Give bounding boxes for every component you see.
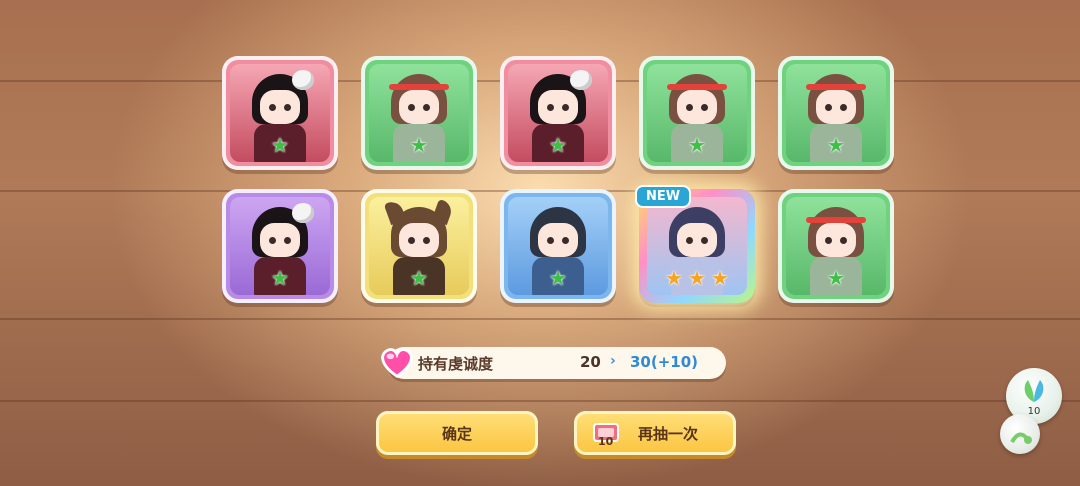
character-eye bbox=[686, 237, 693, 244]
character-eye bbox=[269, 237, 276, 244]
character-card[interactable]: ★ bbox=[500, 56, 616, 170]
devotion-arrow: › bbox=[610, 353, 616, 369]
star-rating: ★ bbox=[230, 134, 330, 156]
character-face bbox=[399, 223, 439, 257]
character-eye bbox=[547, 104, 554, 111]
character-face bbox=[399, 90, 439, 124]
character-eye bbox=[423, 237, 430, 244]
character-eye bbox=[562, 237, 569, 244]
character-eye bbox=[840, 237, 847, 244]
character-face bbox=[260, 223, 300, 257]
character-eye bbox=[547, 237, 554, 244]
new-badge: NEW bbox=[635, 185, 692, 208]
character-eye bbox=[825, 237, 832, 244]
character-portrait: ★ bbox=[230, 197, 330, 295]
character-card[interactable]: ★ bbox=[222, 189, 338, 303]
headband bbox=[389, 84, 449, 90]
star-rating: ★ bbox=[786, 267, 886, 289]
character-eye bbox=[701, 104, 708, 111]
star-icon: ★ bbox=[410, 133, 428, 157]
skull-icon bbox=[292, 70, 314, 90]
star-icon: ★ bbox=[827, 133, 845, 157]
star-icon: ★ bbox=[688, 266, 706, 290]
star-icon: ★ bbox=[271, 133, 289, 157]
star-icon: ★ bbox=[549, 133, 567, 157]
card-grid: ★ ★ ★ ★ ★ ★ ★ ★ ★ ★ ★ NEW ★ bbox=[222, 56, 894, 306]
headband bbox=[806, 217, 866, 223]
character-portrait: ★ bbox=[369, 197, 469, 295]
character-eye bbox=[840, 104, 847, 111]
star-rating: ★ bbox=[230, 267, 330, 289]
character-portrait: ★ bbox=[786, 64, 886, 162]
star-icon: ★ bbox=[410, 266, 428, 290]
headband bbox=[667, 84, 727, 90]
draw-again-label: 再抽一次 bbox=[637, 424, 698, 443]
sprout-icon bbox=[1010, 432, 1032, 444]
star-icon: ★ bbox=[271, 266, 289, 290]
character-card[interactable]: ★ ★ ★ NEW bbox=[635, 185, 755, 303]
star-icon: ★ bbox=[688, 133, 706, 157]
plank-line bbox=[0, 400, 1080, 402]
character-face bbox=[538, 90, 578, 124]
sprout-bubble[interactable] bbox=[1000, 414, 1040, 454]
character-eye bbox=[284, 104, 291, 111]
character-eye bbox=[562, 104, 569, 111]
confirm-label: 确定 bbox=[441, 424, 472, 443]
devotion-next: 30(+10) bbox=[630, 353, 699, 371]
devotion-bar: 持有虔诚度 20 › 30(+10) bbox=[381, 347, 726, 379]
character-eye bbox=[284, 237, 291, 244]
star-rating: ★ bbox=[369, 134, 469, 156]
character-eye bbox=[408, 104, 415, 111]
character-card[interactable]: ★ bbox=[222, 56, 338, 170]
plank-line bbox=[0, 318, 1080, 320]
character-portrait: ★ bbox=[647, 64, 747, 162]
headband bbox=[806, 84, 866, 90]
character-portrait: ★ bbox=[508, 197, 608, 295]
character-eye bbox=[701, 237, 708, 244]
character-eye bbox=[686, 104, 693, 111]
star-icon: ★ bbox=[827, 266, 845, 290]
star-rating: ★ bbox=[508, 267, 608, 289]
character-face bbox=[677, 90, 717, 124]
star-rating: ★ bbox=[647, 134, 747, 156]
character-face bbox=[538, 223, 578, 257]
character-portrait: ★ bbox=[508, 64, 608, 162]
character-portrait: ★ bbox=[369, 64, 469, 162]
character-face bbox=[260, 90, 300, 124]
skull-icon bbox=[570, 70, 592, 90]
character-eye bbox=[423, 104, 430, 111]
character-card[interactable]: ★ bbox=[778, 189, 894, 303]
character-card[interactable]: ★ bbox=[500, 189, 616, 303]
star-rating: ★ bbox=[369, 267, 469, 289]
star-icon: ★ bbox=[549, 266, 567, 290]
character-card[interactable]: ★ bbox=[639, 56, 755, 170]
star-rating: ★ bbox=[508, 134, 608, 156]
confirm-button[interactable]: 确定 bbox=[376, 411, 538, 455]
character-portrait: ★ bbox=[230, 64, 330, 162]
devotion-current: 20 bbox=[580, 353, 601, 371]
character-eye bbox=[269, 104, 276, 111]
character-card[interactable]: ★ bbox=[361, 189, 477, 303]
character-portrait: ★ ★ ★ bbox=[647, 197, 747, 295]
star-rating: ★ ★ ★ bbox=[647, 267, 747, 289]
character-card[interactable]: ★ bbox=[361, 56, 477, 170]
character-eye bbox=[408, 237, 415, 244]
character-card[interactable]: ★ bbox=[778, 56, 894, 170]
star-icon: ★ bbox=[711, 266, 729, 290]
side-widget[interactable]: 10 bbox=[1000, 368, 1066, 468]
ticket-count: 10 bbox=[598, 435, 614, 448]
character-face bbox=[816, 90, 856, 124]
character-portrait: ★ bbox=[786, 197, 886, 295]
skull-icon bbox=[292, 203, 314, 223]
draw-again-button[interactable]: 10 再抽一次 bbox=[574, 411, 736, 455]
character-eye bbox=[825, 104, 832, 111]
devotion-label: 持有虔诚度 bbox=[418, 355, 494, 373]
character-face bbox=[816, 223, 856, 257]
heart-icon bbox=[381, 348, 413, 378]
star-icon: ★ bbox=[665, 266, 683, 290]
star-rating: ★ bbox=[786, 134, 886, 156]
character-face bbox=[677, 223, 717, 257]
